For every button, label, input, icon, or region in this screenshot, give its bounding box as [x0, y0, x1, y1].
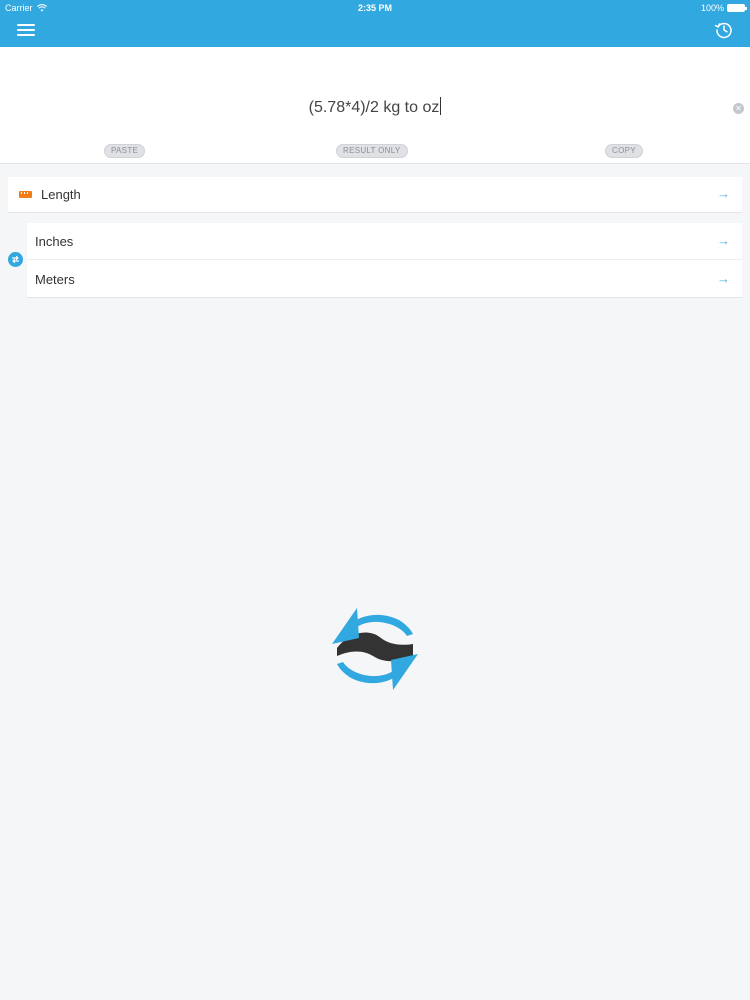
status-bar: Carrier 2:35 PM 100%	[0, 0, 750, 16]
unit-label-from: Inches	[35, 234, 74, 249]
copy-button[interactable]: COPY	[605, 144, 643, 158]
paste-button[interactable]: PASTE	[104, 144, 146, 158]
history-clock-icon[interactable]	[714, 20, 734, 40]
battery-group: 100%	[700, 0, 747, 16]
battery-icon	[727, 4, 747, 12]
units-list: Inches → Meters →	[27, 223, 742, 298]
unit-row-to[interactable]: Meters →	[27, 261, 742, 298]
arrow-right-icon: →	[717, 233, 730, 248]
category-label: Length	[41, 187, 81, 202]
hamburger-icon[interactable]	[17, 22, 35, 36]
expression-text: (5.78*4)/2 kg to oz	[308, 99, 440, 116]
unit-label-to: Meters	[35, 272, 75, 287]
clock: 2:35 PM	[357, 3, 392, 13]
battery-percent: 100%	[700, 3, 724, 13]
swap-arrows-icon	[11, 255, 20, 264]
ruler-icon	[19, 191, 32, 198]
arrow-right-icon: →	[717, 271, 730, 286]
result-only-button[interactable]: RESULT ONLY	[336, 144, 408, 158]
expression-input[interactable]: (5.78*4)/2 kg to oz	[0, 97, 750, 117]
top-bar: Carrier 2:35 PM 100%	[0, 0, 750, 47]
swap-units-icon[interactable]	[8, 252, 23, 267]
category-selector[interactable]: Length →	[8, 177, 742, 213]
expression-panel: (5.78*4)/2 kg to oz ✕ PASTE RESULT ONLY …	[0, 47, 750, 164]
arrow-right-icon: →	[717, 186, 730, 201]
convert-arrows-icon	[332, 608, 418, 690]
unit-row-from[interactable]: Inches →	[27, 223, 742, 260]
text-caret	[440, 97, 442, 115]
clear-x-icon[interactable]: ✕	[733, 103, 744, 114]
